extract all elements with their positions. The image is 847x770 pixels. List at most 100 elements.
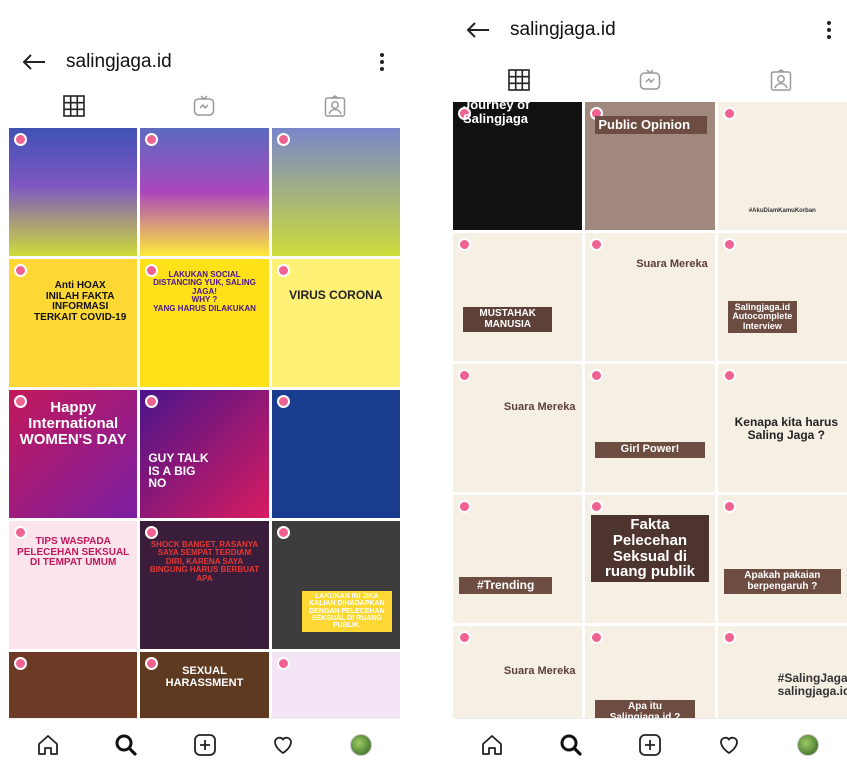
- post-grid: Journey of Salingjaga Public Opinion #AkuD…: [453, 102, 847, 754]
- search-icon: [115, 734, 137, 756]
- post-caption: LAKUKAN SOCIAL DISTANCING YUK, SALING JA…: [153, 270, 256, 313]
- post-thumbnail[interactable]: [271, 128, 400, 256]
- profile-nav-button[interactable]: [322, 733, 400, 756]
- home-nav-button[interactable]: [9, 733, 87, 757]
- profile-screen-right: salingjaga.id Journey of Salingjaga Publi…: [453, 8, 847, 770]
- post-thumbnail[interactable]: VIRUS CORONA: [271, 259, 400, 387]
- brand-badge-icon: [590, 500, 604, 513]
- plus-square-icon: [639, 733, 661, 756]
- brand-badge-icon: [276, 133, 290, 146]
- post-thumbnail[interactable]: [271, 390, 400, 518]
- brand-badge-icon: [590, 369, 604, 382]
- grid-icon: [63, 95, 85, 117]
- post-thumbnail[interactable]: Kenapa kita harus Saling Jaga ?: [717, 364, 847, 492]
- post-thumbnail[interactable]: Anti HOAX INILAH FAKTA INFORMASI TERKAIT…: [9, 259, 138, 387]
- post-caption: Fakta Pelecehan Seksual di ruang publik: [591, 515, 709, 582]
- post-thumbnail[interactable]: TIPS WASPADA PELECEHAN SEKSUAL DI TEMPAT…: [9, 521, 138, 649]
- heart-icon: [273, 736, 292, 754]
- plus-square-icon: [193, 733, 216, 756]
- brand-badge-icon: [590, 238, 604, 251]
- brand-badge-icon: [145, 395, 159, 408]
- profile-screen-left: salingjaga.id Anti HOAX INILAH FAKTA INF…: [9, 40, 400, 770]
- tagged-tab[interactable]: [270, 86, 400, 126]
- activity-nav-button[interactable]: [244, 733, 322, 757]
- bottom-navigation: [9, 718, 400, 770]
- brand-badge-icon: [722, 631, 736, 644]
- brand-badge-icon: [145, 526, 159, 539]
- post-caption: #AkuDiamKamuKorban: [748, 208, 816, 214]
- brand-badge-icon: [276, 264, 290, 277]
- grid-tab[interactable]: [9, 86, 139, 126]
- post-thumbnail[interactable]: [9, 128, 138, 256]
- brand-badge-icon: [722, 369, 736, 382]
- post-thumbnail[interactable]: LAKUKAN INI JIKA KALIAN DIHADAPKAN DENGA…: [271, 521, 400, 649]
- post-thumbnail[interactable]: Girl Power!: [585, 364, 715, 492]
- avatar: [796, 733, 819, 756]
- post-caption: Kenapa kita harus Saling Jaga ?: [734, 415, 838, 442]
- brand-badge-icon: [14, 657, 27, 670]
- grid-tab[interactable]: [453, 60, 584, 100]
- brand-badge-icon: [458, 238, 471, 251]
- search-icon: [560, 734, 582, 756]
- profile-header: salingjaga.id: [453, 8, 847, 52]
- brand-badge-icon: [14, 133, 27, 146]
- post-thumbnail[interactable]: Journey of Salingjaga: [453, 102, 583, 230]
- post-caption: Salingjaga.id Autocomplete Interview: [727, 301, 797, 334]
- heart-icon: [719, 736, 738, 754]
- post-caption: Anti HOAX INILAH FAKTA INFORMASI TERKAIT…: [34, 280, 127, 323]
- search-nav-button[interactable]: [87, 733, 165, 757]
- post-caption: Apakah pakaian berpengaruh ?: [723, 569, 841, 594]
- more-options-icon[interactable]: [821, 18, 837, 42]
- post-thumbnail[interactable]: Apakah pakaian berpengaruh ?: [717, 495, 847, 623]
- post-thumbnail[interactable]: Suara Mereka: [585, 233, 715, 361]
- new-post-nav-button[interactable]: [165, 733, 243, 757]
- home-nav-button[interactable]: [453, 733, 532, 757]
- search-nav-button[interactable]: [532, 733, 611, 757]
- post-caption: #Trending: [459, 577, 553, 594]
- post-thumbnail[interactable]: SHOCK BANGET, RASANYA SAYA SEMPAT TERDIA…: [140, 521, 269, 649]
- post-caption: Suara Mereka: [503, 665, 576, 677]
- igtv-tab[interactable]: [139, 86, 269, 126]
- back-arrow-icon[interactable]: [21, 52, 47, 72]
- activity-nav-button[interactable]: [689, 733, 768, 757]
- brand-badge-icon: [722, 238, 736, 251]
- post-thumbnail[interactable]: Salingjaga.id Autocomplete Interview: [717, 233, 847, 361]
- brand-badge-icon: [458, 500, 471, 513]
- post-thumbnail[interactable]: [140, 128, 269, 256]
- profile-header: salingjaga.id: [9, 40, 400, 84]
- post-thumbnail[interactable]: Fakta Pelecehan Seksual di ruang publik: [585, 495, 715, 623]
- post-thumbnail[interactable]: LAKUKAN SOCIAL DISTANCING YUK, SALING JA…: [140, 259, 269, 387]
- profile-tabs: [9, 86, 400, 126]
- tagged-tab[interactable]: [716, 60, 847, 100]
- post-thumbnail[interactable]: #AkuDiamKamuKorban: [717, 102, 847, 230]
- post-thumbnail[interactable]: #Trending: [453, 495, 583, 623]
- brand-badge-icon: [276, 526, 290, 539]
- post-thumbnail[interactable]: MUSTAHAK MANUSIA: [453, 233, 583, 361]
- post-caption: Happy International WOMEN'S DAY: [19, 399, 127, 448]
- igtv-tab[interactable]: [584, 60, 715, 100]
- post-caption: Girl Power!: [595, 442, 705, 458]
- brand-badge-icon: [458, 631, 471, 644]
- profile-username: salingjaga.id: [510, 19, 616, 40]
- profile-tabs: [453, 60, 847, 100]
- post-caption: MUSTAHAK MANUSIA: [463, 307, 553, 332]
- grid-icon: [507, 69, 530, 91]
- post-caption: Suara Mereka: [636, 258, 708, 270]
- post-caption: SEXUAL HARASSMENT: [165, 665, 244, 689]
- brand-badge-icon: [145, 133, 159, 146]
- post-thumbnail[interactable]: Suara Mereka: [453, 364, 583, 492]
- post-caption: Suara Mereka: [503, 401, 576, 413]
- tagged-icon: [771, 69, 792, 91]
- post-thumbnail[interactable]: Happy International WOMEN'S DAY: [9, 390, 138, 518]
- post-caption: LAKUKAN INI JIKA KALIAN DIHADAPKAN DENGA…: [301, 591, 392, 632]
- brand-badge-icon: [722, 500, 736, 513]
- avatar: [349, 733, 372, 756]
- new-post-nav-button[interactable]: [611, 733, 690, 757]
- more-options-icon[interactable]: [374, 50, 390, 74]
- post-thumbnail[interactable]: Public Opinion: [585, 102, 715, 230]
- brand-badge-icon: [14, 264, 27, 277]
- back-arrow-icon[interactable]: [465, 20, 491, 40]
- post-caption: VIRUS CORONA: [289, 288, 383, 302]
- post-thumbnail[interactable]: GUY TALK IS A BIG NO: [140, 390, 269, 518]
- profile-nav-button[interactable]: [768, 733, 847, 756]
